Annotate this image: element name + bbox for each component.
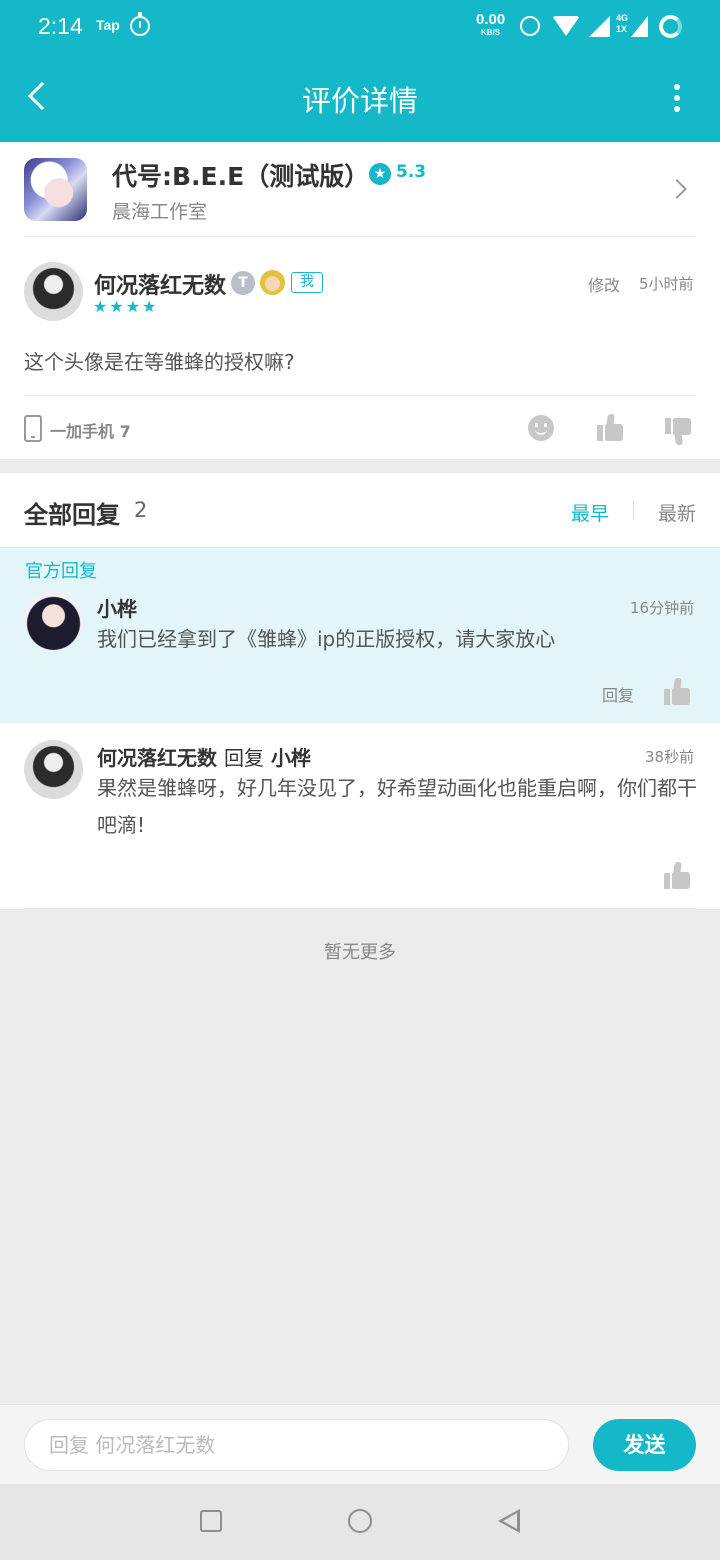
phone-icon <box>24 415 42 442</box>
page-title: 评价详情 <box>301 84 418 118</box>
star-icon: ★ <box>369 163 391 185</box>
network-speed-value: 0.00 <box>476 11 506 28</box>
battery-icon <box>659 15 682 38</box>
app-icon[interactable] <box>24 158 87 221</box>
sort-newest-tab[interactable]: 最新 <box>658 499 696 526</box>
avatar[interactable] <box>24 591 83 650</box>
sort-earliest-tab[interactable]: 最早 <box>571 499 609 526</box>
signal-icon <box>589 16 610 37</box>
network-type-label: 4G 1X <box>616 13 628 35</box>
review-time: 5小时前 <box>639 275 694 293</box>
official-reply-label: 官方回复 <box>25 561 97 582</box>
divider <box>24 908 696 909</box>
reply-text: 我们已经拿到了《雏蜂》ip的正版授权，请大家放心 <box>97 627 556 651</box>
avatar[interactable] <box>24 740 83 799</box>
network-type: 4G <box>616 13 629 23</box>
app-rating: 5.3 <box>396 162 427 182</box>
network-speed: 0.00 KB/S <box>476 12 505 37</box>
smiley-icon[interactable] <box>528 415 554 441</box>
sort-separator <box>633 501 634 520</box>
status-bar: 2:14 Tap 0.00 KB/S 4G 1X <box>0 0 720 54</box>
badge-avatar-icon <box>260 270 285 295</box>
reply-time: 38秒前 <box>645 748 695 766</box>
edit-link[interactable]: 修改 <box>588 272 620 296</box>
reply-target[interactable]: 小桦 <box>271 746 311 770</box>
app-developer: 晨海工作室 <box>112 201 208 223</box>
reply-time: 16分钟前 <box>630 599 695 617</box>
status-time: 2:14 <box>38 13 83 39</box>
chevron-right-icon[interactable] <box>670 178 686 202</box>
replies-count: 2 <box>134 498 148 522</box>
no-more-text: 暂无更多 <box>324 942 396 963</box>
reply-header: 何况落红无数 回复 小桦 <box>97 742 311 771</box>
review-user-name[interactable]: 何况落红无数 <box>94 268 226 300</box>
reply-button[interactable]: 回复 <box>602 682 634 706</box>
replies-section: 全部回复 2 最早 最新 官方回复 小桦 16分钟前 我们已经拿到了《雏蜂》ip… <box>0 473 720 909</box>
stopwatch-icon <box>130 12 150 36</box>
wifi-icon <box>552 16 580 36</box>
reply-text: 果然是雏蜂呀，好几年没见了，好希望动画化也能重启啊，你们都干吧滴! <box>97 776 697 837</box>
top-bar: 2:14 Tap 0.00 KB/S 4G 1X 评价详情 <box>0 0 720 142</box>
tap-notification-icon: Tap <box>96 17 120 33</box>
badge-t-icon: T <box>231 271 255 295</box>
network-sub: 1X <box>616 24 628 34</box>
review-card: 代号:B.E.E（测试版） ★ 5.3 晨海工作室 何况落红无数 T 我 ★★★… <box>0 142 720 459</box>
official-reply: 官方回复 小桦 16分钟前 我们已经拿到了《雏蜂》ip的正版授权，请大家放心 回… <box>0 547 720 723</box>
replies-title: 全部回复 <box>24 501 120 529</box>
rating-stars: ★★★★ <box>93 297 159 316</box>
device-name: 一加手机 7 <box>50 422 131 441</box>
signal-icon-2 <box>631 16 648 37</box>
review-text: 这个头像是在等雏蜂的授权嘛? <box>24 350 295 374</box>
recents-icon[interactable] <box>200 1510 222 1532</box>
reply-input-bar: 发送 <box>0 1404 720 1484</box>
more-vertical-icon[interactable] <box>664 82 690 114</box>
send-button[interactable]: 发送 <box>593 1419 696 1471</box>
system-nav-bar <box>0 1484 720 1560</box>
nav-back-icon[interactable] <box>498 1509 520 1533</box>
divider <box>24 236 696 237</box>
reply-input[interactable] <box>24 1419 569 1471</box>
home-icon[interactable] <box>348 1509 372 1533</box>
alarm-icon <box>520 16 540 36</box>
thumbs-down-icon[interactable] <box>665 417 693 445</box>
reply-author[interactable]: 何况落红无数 <box>97 746 217 770</box>
me-badge: 我 <box>291 272 323 293</box>
thumbs-up-icon[interactable] <box>597 414 625 442</box>
app-name[interactable]: 代号:B.E.E（测试版） <box>112 157 369 193</box>
network-speed-unit: KB/S <box>481 28 501 37</box>
thumbs-up-icon[interactable] <box>664 678 692 706</box>
reply-word: 回复 <box>223 746 264 770</box>
divider <box>24 395 696 396</box>
reply-author[interactable]: 小桦 <box>97 593 137 622</box>
thumbs-up-icon[interactable] <box>664 862 692 890</box>
avatar[interactable] <box>24 262 83 321</box>
